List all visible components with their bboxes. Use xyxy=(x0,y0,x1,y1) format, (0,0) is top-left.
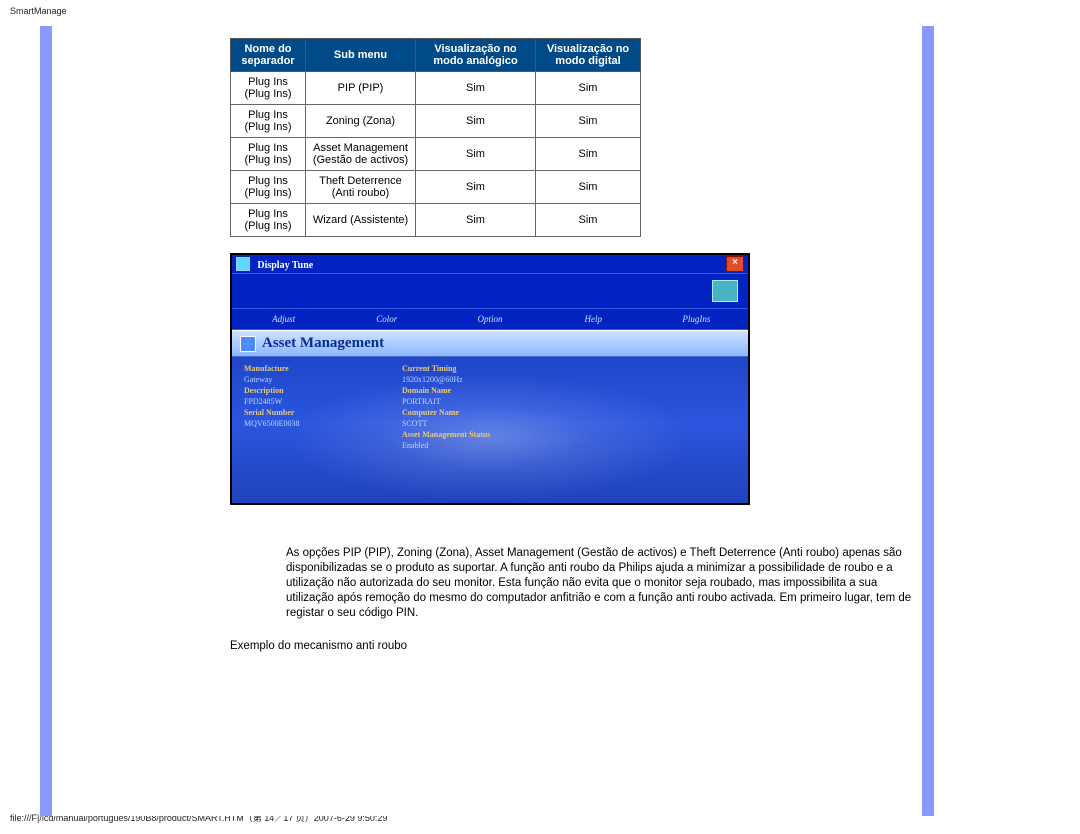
th-analog: Visualização no modo analógico xyxy=(416,39,536,72)
panel-body: Manufacture Gateway Description FPD2485W… xyxy=(232,357,748,505)
tab-help[interactable]: Help xyxy=(542,309,645,329)
tab-option[interactable]: Option xyxy=(438,309,541,329)
lbl-timing: Current Timing xyxy=(402,364,456,373)
val-description: FPD2485W xyxy=(244,397,282,406)
cell-an: Sim xyxy=(416,204,536,237)
cell-an: Sim xyxy=(416,171,536,204)
th-sub: Sub menu xyxy=(306,39,416,72)
monitor-icon xyxy=(712,280,738,302)
cell-sub: Asset Management (Gestão de activos) xyxy=(306,138,416,171)
window-titlebar: Display Tune × xyxy=(232,255,748,273)
val-domain: PORTRAIT xyxy=(402,397,441,406)
lbl-domain: Domain Name xyxy=(402,386,451,395)
monitor-thumbnail-area xyxy=(232,273,748,309)
cell-sub: PIP (PIP) xyxy=(306,72,416,105)
window-title: Display Tune xyxy=(257,260,313,271)
table-row: Plug Ins (Plug Ins) Asset Management (Ge… xyxy=(231,138,641,171)
cell-an: Sim xyxy=(416,72,536,105)
table-header-row: Nome do separador Sub menu Visualização … xyxy=(231,39,641,72)
lbl-description: Description xyxy=(244,386,284,395)
cell-an: Sim xyxy=(416,105,536,138)
cell-dg: Sim xyxy=(536,171,641,204)
tab-adjust[interactable]: Adjust xyxy=(232,309,335,329)
close-icon[interactable]: × xyxy=(726,256,744,272)
cell-dg: Sim xyxy=(536,138,641,171)
cell-sub: Theft Deterrence (Anti roubo) xyxy=(306,171,416,204)
table-row: Plug Ins (Plug Ins) Wizard (Assistente) … xyxy=(231,204,641,237)
val-serial: MQV6500E0038 xyxy=(244,419,300,428)
cell-tab: Plug Ins (Plug Ins) xyxy=(231,105,306,138)
cell-tab: Plug Ins (Plug Ins) xyxy=(231,204,306,237)
cell-an: Sim xyxy=(416,138,536,171)
lbl-serial: Serial Number xyxy=(244,408,294,417)
cell-dg: Sim xyxy=(536,204,641,237)
panel-title: Asset Management xyxy=(262,335,384,352)
cell-dg: Sim xyxy=(536,105,641,138)
val-timing: 1920x1200@60Hz xyxy=(402,375,463,384)
cell-sub: Zoning (Zona) xyxy=(306,105,416,138)
description-paragraph: As opções PIP (PIP), Zoning (Zona), Asse… xyxy=(286,546,926,621)
monitor-icon xyxy=(240,336,256,352)
panel-header: Asset Management xyxy=(232,330,748,357)
info-col-right: Current Timing 1920x1200@60Hz Domain Nam… xyxy=(402,363,490,451)
th-digital: Visualização no modo digital xyxy=(536,39,641,72)
tab-plugins[interactable]: PlugIns xyxy=(645,309,748,329)
th-tab: Nome do separador xyxy=(231,39,306,72)
app-icon xyxy=(236,257,250,271)
lbl-manufacture: Manufacture xyxy=(244,364,289,373)
tab-color[interactable]: Color xyxy=(335,309,438,329)
page-title: SmartManage xyxy=(10,6,67,16)
screenshot-asset-management: Display Tune × Adjust Color Option Help … xyxy=(230,253,750,505)
cell-tab: Plug Ins (Plug Ins) xyxy=(231,138,306,171)
val-status: Enabled xyxy=(402,441,428,450)
val-manufacture: Gateway xyxy=(244,375,272,384)
lbl-computer: Computer Name xyxy=(402,408,459,417)
val-computer: SCOTT xyxy=(402,419,427,428)
feature-table: Nome do separador Sub menu Visualização … xyxy=(230,38,641,237)
lbl-status: Asset Management Status xyxy=(402,430,490,439)
table-row: Plug Ins (Plug Ins) PIP (PIP) Sim Sim xyxy=(231,72,641,105)
main-content: Nome do separador Sub menu Visualização … xyxy=(52,26,922,816)
sidebar-right-decor xyxy=(922,26,934,816)
table-row: Plug Ins (Plug Ins) Theft Deterrence (An… xyxy=(231,171,641,204)
info-col-left: Manufacture Gateway Description FPD2485W… xyxy=(244,363,300,429)
cell-dg: Sim xyxy=(536,72,641,105)
cell-sub: Wizard (Assistente) xyxy=(306,204,416,237)
sidebar-left-decor xyxy=(40,26,52,816)
cell-tab: Plug Ins (Plug Ins) xyxy=(231,171,306,204)
subheading: Exemplo do mecanismo anti roubo xyxy=(230,640,407,652)
tab-strip: Adjust Color Option Help PlugIns xyxy=(232,309,748,330)
cell-tab: Plug Ins (Plug Ins) xyxy=(231,72,306,105)
table-row: Plug Ins (Plug Ins) Zoning (Zona) Sim Si… xyxy=(231,105,641,138)
